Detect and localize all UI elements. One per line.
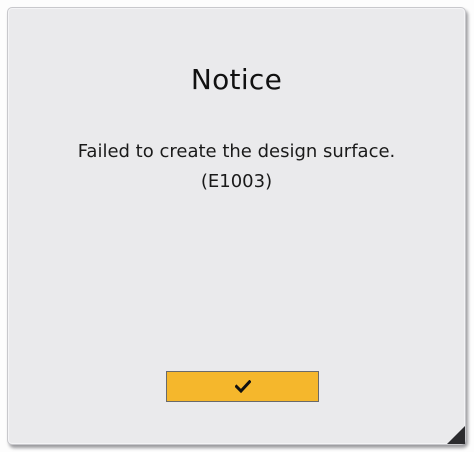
check-icon — [234, 380, 251, 393]
window-corner — [447, 426, 465, 444]
error-code: (E1003) — [200, 171, 273, 192]
error-message-text: Failed to create the design surface. — [77, 141, 396, 162]
dialog-message: Failed to create the design surface. (E1… — [18, 137, 455, 197]
notice-dialog: Notice Failed to create the design surfa… — [7, 7, 466, 445]
confirm-button[interactable] — [166, 371, 319, 402]
dialog-title: Notice — [190, 63, 283, 96]
